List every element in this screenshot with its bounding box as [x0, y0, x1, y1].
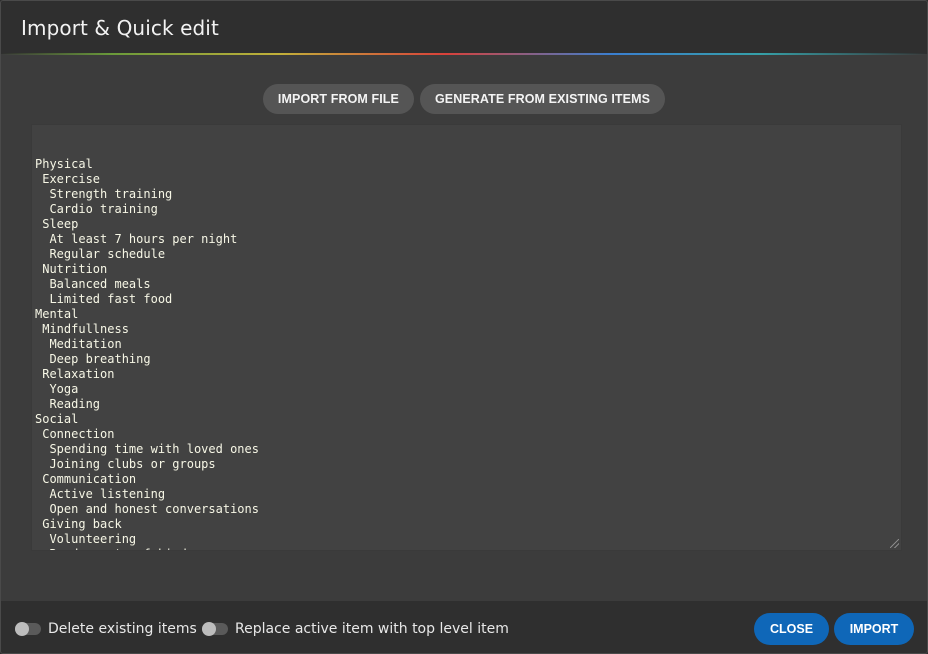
generate-from-existing-button[interactable]: GENERATE FROM EXISTING ITEMS	[419, 84, 666, 114]
editor-line: Random acts of kindness	[35, 547, 898, 550]
editor-line: Relaxation	[35, 367, 115, 381]
import-toolbar: IMPORT FROM FILE GENERATE FROM EXISTING …	[1, 84, 927, 114]
resize-grip-icon[interactable]	[890, 539, 899, 548]
editor-line: Mindfullness	[35, 322, 129, 336]
import-from-file-button[interactable]: IMPORT FROM FILE	[262, 84, 414, 114]
import-button[interactable]: IMPORT	[834, 613, 914, 645]
editor-line: Volunteering	[35, 532, 137, 546]
editor-line: Open and honest conversations	[35, 502, 259, 516]
dialog-titlebar: Import & Quick edit	[1, 1, 927, 54]
import-quick-edit-dialog: Import & Quick edit IMPORT FROM FILE GEN…	[0, 0, 928, 654]
editor-line: Active listening	[35, 487, 166, 501]
editor-line: Balanced meals	[35, 277, 151, 291]
editor-line: Mental	[35, 307, 79, 321]
editor-line: Meditation	[35, 337, 122, 351]
editor-line: Sleep	[35, 217, 79, 231]
delete-existing-toggle[interactable]	[15, 622, 41, 636]
editor-line: Limited fast food	[35, 292, 173, 306]
editor-line: Cardio training	[35, 202, 158, 216]
toggle-knob	[15, 622, 29, 636]
editor-line: Deep breathing	[35, 352, 151, 366]
editor-line: Nutrition	[35, 262, 108, 276]
editor-line: Reading	[35, 397, 101, 411]
editor-line: At least 7 hours per night	[35, 232, 238, 246]
replace-active-label: Replace active item with top level item	[235, 621, 509, 637]
editor-line: Connection	[35, 427, 115, 441]
editor-line: Communication	[35, 472, 137, 486]
editor-line: Physical	[35, 157, 93, 171]
dialog-title: Import & Quick edit	[21, 16, 219, 40]
outline-text-editor[interactable]: Physical Exercise Strength training Card…	[31, 124, 902, 551]
replace-active-toggle[interactable]	[202, 622, 228, 636]
toggle-knob	[202, 622, 216, 636]
editor-line: Exercise	[35, 172, 101, 186]
editor-line: Strength training	[35, 187, 173, 201]
dialog-footer: Delete existing items Replace active ite…	[1, 601, 927, 653]
editor-line: Yoga	[35, 382, 79, 396]
editor-line: Spending time with loved ones	[35, 442, 259, 456]
editor-line: Regular schedule	[35, 247, 166, 261]
replace-active-option: Replace active item with top level item	[202, 621, 509, 637]
delete-existing-label: Delete existing items	[48, 621, 197, 637]
delete-existing-option: Delete existing items	[15, 621, 197, 637]
editor-line: Social	[35, 412, 79, 426]
title-accent-divider	[1, 53, 927, 55]
editor-line: Joining clubs or groups	[35, 457, 216, 471]
editor-line: Giving back	[35, 517, 122, 531]
close-button[interactable]: CLOSE	[754, 613, 829, 645]
